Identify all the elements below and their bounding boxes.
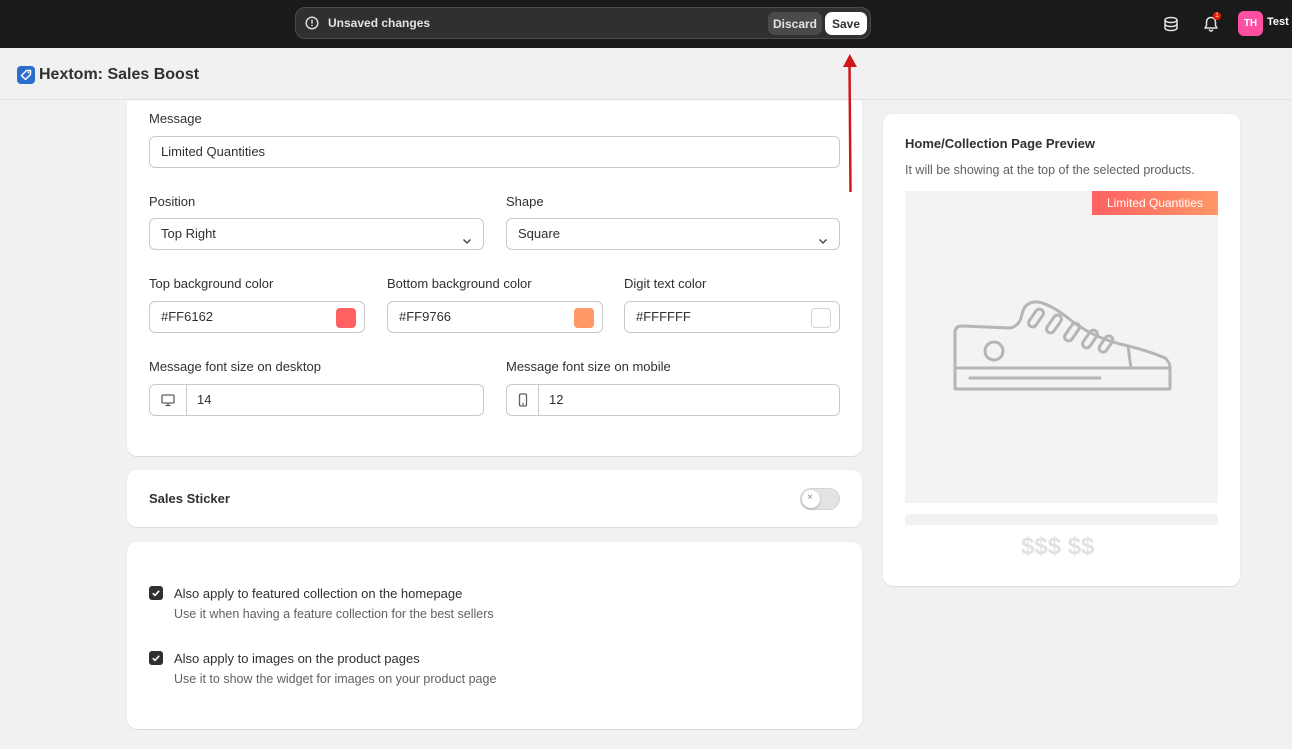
shape-select[interactable]: Square [506, 218, 840, 250]
shape-select-value: Square [518, 226, 560, 241]
admin-top-bar: Unsaved changes Discard Save 1 TH Test [0, 0, 1292, 48]
close-x-icon: × [807, 492, 813, 503]
position-select[interactable]: Top Right [149, 218, 484, 250]
product-images-help: Use it to show the widget for images on … [174, 672, 497, 686]
preview-price-placeholder: $$$ $$ [1021, 533, 1095, 560]
contextual-save-bar: Unsaved changes Discard Save [295, 7, 871, 39]
chevron-down-icon [461, 228, 473, 245]
preview-title: Home/Collection Page Preview [905, 136, 1096, 151]
bottom-bg-color-input[interactable]: #FF9766 [387, 301, 603, 333]
position-select-value: Top Right [161, 226, 216, 241]
top-bg-color-label: Top background color [149, 276, 274, 291]
sales-sticker-title: Sales Sticker [149, 491, 230, 506]
position-label: Position [149, 194, 196, 209]
digit-text-color-input[interactable]: #FFFFFF [624, 301, 840, 333]
digit-text-color-swatch[interactable] [811, 308, 831, 328]
toggle-knob: × [802, 490, 820, 508]
font-size-mobile-value: 12 [549, 392, 564, 407]
user-name[interactable]: Test [1267, 16, 1289, 28]
product-image-placeholder [905, 191, 1218, 503]
top-bg-color-input[interactable]: #FF6162 [149, 301, 365, 333]
save-button[interactable]: Save [825, 12, 867, 35]
font-size-desktop-label: Message font size on desktop [149, 359, 321, 374]
preview-title-placeholder-bar [905, 514, 1218, 525]
bottom-bg-color-swatch[interactable] [574, 308, 594, 328]
font-size-desktop-input[interactable]: 14 [149, 384, 484, 416]
alert-circle-icon [305, 16, 319, 30]
shape-label: Shape [506, 194, 544, 209]
featured-collection-checkbox[interactable] [149, 586, 163, 600]
unsaved-changes-text: Unsaved changes [328, 16, 431, 30]
preview-badge: Limited Quantities [1092, 191, 1218, 215]
notification-badge: 1 [1213, 12, 1221, 20]
sales-sticker-toggle[interactable]: × [800, 488, 840, 510]
featured-collection-label[interactable]: Also apply to featured collection on the… [174, 586, 462, 601]
chevron-down-icon [817, 228, 829, 245]
discard-button[interactable]: Discard [768, 12, 822, 35]
bottom-bg-color-label: Bottom background color [387, 276, 532, 291]
digit-text-color-value: #FFFFFF [636, 309, 691, 324]
font-size-mobile-input[interactable]: 12 [506, 384, 840, 416]
app-title-bar: Hextom: Sales Boost [0, 48, 1292, 100]
app-title: Hextom: Sales Boost [39, 66, 200, 83]
avatar[interactable]: TH [1238, 11, 1263, 36]
top-bg-color-value: #FF6162 [161, 309, 214, 324]
top-bg-color-swatch[interactable] [336, 308, 356, 328]
app-logo-icon [17, 66, 35, 84]
product-images-label[interactable]: Also apply to images on the product page… [174, 651, 420, 666]
product-images-checkbox[interactable] [149, 651, 163, 665]
message-input[interactable]: Limited Quantities [149, 136, 840, 168]
featured-collection-help: Use it when having a feature collection … [174, 607, 494, 621]
preview-subtitle: It will be showing at the top of the sel… [905, 163, 1195, 177]
desktop-prefix [150, 385, 187, 415]
bottom-bg-color-value: #FF9766 [399, 309, 452, 324]
digit-text-color-label: Digit text color [624, 276, 707, 291]
sales-sticker-card [127, 470, 862, 527]
annotation-arrow-up-icon [838, 50, 862, 195]
font-size-desktop-value: 14 [197, 392, 212, 407]
mobile-prefix [507, 385, 539, 415]
font-size-mobile-label: Message font size on mobile [506, 359, 671, 374]
apply-options-card [127, 542, 862, 729]
store-database-icon[interactable] [1162, 15, 1180, 33]
message-label: Message [149, 111, 202, 126]
